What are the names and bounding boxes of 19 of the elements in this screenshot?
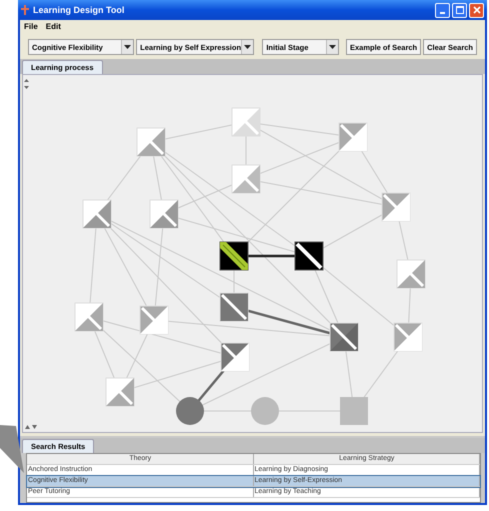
close-button[interactable] <box>469 2 484 18</box>
graph-node[interactable] <box>340 397 368 425</box>
dropdown-arrow-icon <box>329 45 336 49</box>
close-icon <box>472 6 480 14</box>
graph-node[interactable] <box>294 242 324 270</box>
collapse-arrows-icon <box>24 79 29 89</box>
dropdown-arrow-icon <box>244 45 252 49</box>
menu-item[interactable]: File <box>24 22 38 32</box>
minimize-button[interactable] <box>435 2 450 18</box>
highlighted-graph-node[interactable] <box>220 242 248 270</box>
window-title: Learning Design Tool <box>33 5 126 15</box>
dropdown-arrow-icon <box>124 45 132 49</box>
maximize-button[interactable] <box>452 2 467 18</box>
app-icon <box>21 5 29 15</box>
split-arrows-icon <box>25 425 37 430</box>
graph-node[interactable] <box>176 397 204 425</box>
graph-node[interactable] <box>251 397 279 425</box>
maximize-icon <box>456 6 464 14</box>
menu-item[interactable]: Edit <box>46 22 61 32</box>
